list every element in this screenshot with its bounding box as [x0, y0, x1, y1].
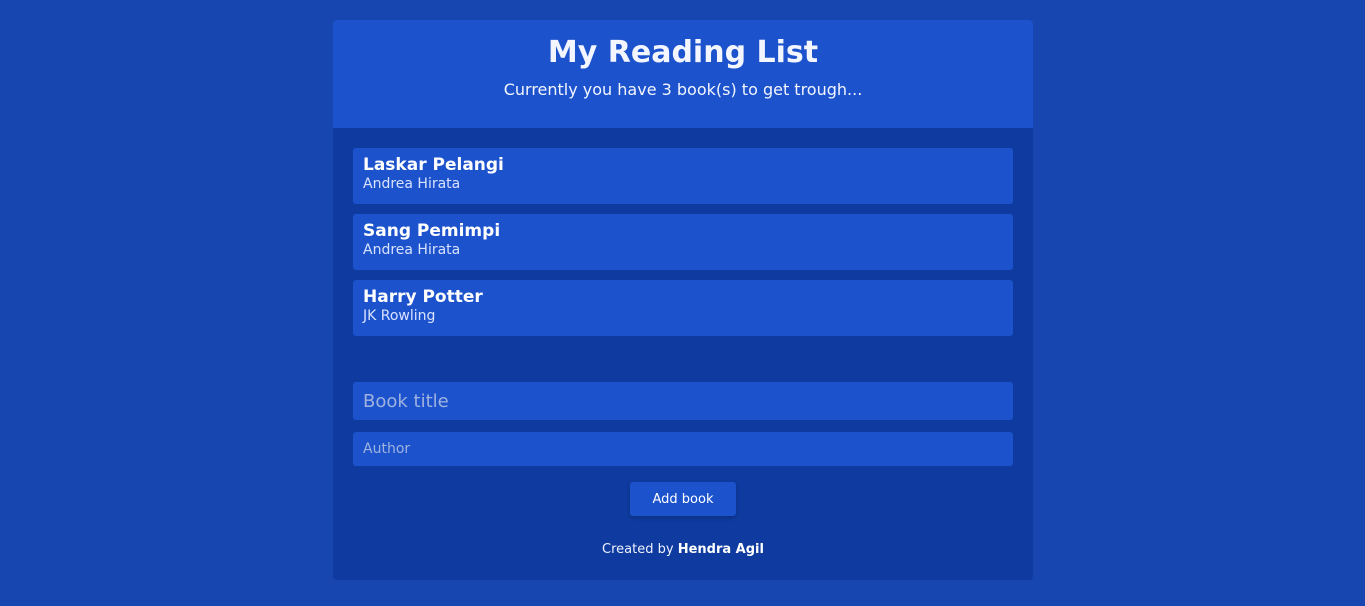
- book-list: Laskar Pelangi Andrea Hirata Sang Pemimp…: [333, 128, 1033, 336]
- book-item[interactable]: Laskar Pelangi Andrea Hirata: [353, 148, 1013, 204]
- book-title: Harry Potter: [363, 287, 483, 307]
- footer-prefix: Created by: [602, 542, 674, 557]
- book-title: Sang Pemimpi: [363, 221, 501, 241]
- book-title-input[interactable]: [353, 382, 1013, 420]
- footer-credit: Created by Hendra Agil: [333, 542, 1033, 557]
- book-item[interactable]: Harry Potter JK Rowling: [353, 280, 1013, 336]
- reading-list-app: My Reading List Currently you have 3 boo…: [333, 20, 1033, 580]
- header: My Reading List Currently you have 3 boo…: [333, 20, 1033, 128]
- book-title: Laskar Pelangi: [363, 155, 504, 175]
- footer-author-name: Hendra Agil: [677, 542, 764, 557]
- book-author: JK Rowling: [363, 308, 436, 324]
- book-item[interactable]: Sang Pemimpi Andrea Hirata: [353, 214, 1013, 270]
- add-book-button[interactable]: Add book: [630, 482, 736, 516]
- book-count-subtitle: Currently you have 3 book(s) to get trou…: [503, 80, 863, 99]
- book-author: Andrea Hirata: [363, 242, 461, 258]
- page-title: My Reading List: [547, 35, 819, 70]
- book-author: Andrea Hirata: [363, 176, 461, 192]
- author-input[interactable]: [353, 432, 1013, 466]
- add-book-form: Add book: [333, 346, 1033, 516]
